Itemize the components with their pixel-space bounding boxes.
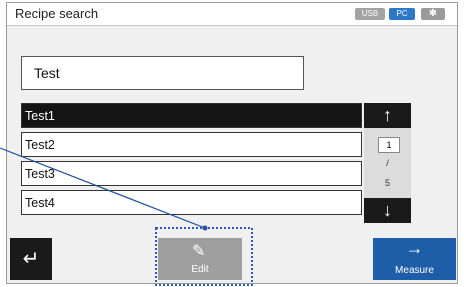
list-item[interactable]: Test2 bbox=[21, 132, 362, 157]
return-arrow-icon: ↵ bbox=[22, 248, 40, 270]
arrow-down-icon: ↓ bbox=[383, 200, 392, 220]
pencil-icon: ✎ bbox=[192, 243, 206, 260]
usb-label: USB bbox=[361, 9, 379, 18]
list-item-label: Test4 bbox=[25, 196, 55, 210]
recipe-list: Test1 Test2 Test3 Test4 bbox=[21, 103, 362, 219]
list-item-label: Test1 bbox=[25, 109, 55, 123]
search-value: Test bbox=[34, 65, 60, 81]
recipe-search-screen: Recipe search USB PC ✱ Test Test1 Test2 … bbox=[6, 2, 458, 284]
list-item-label: Test3 bbox=[25, 167, 55, 181]
screen-title: Recipe search bbox=[15, 6, 99, 21]
bottom-toolbar: ↵ ✎ Edit → Measure bbox=[7, 235, 457, 283]
list-item-label: Test2 bbox=[25, 138, 55, 152]
arrow-right-icon: → bbox=[405, 238, 424, 258]
list-scrollbar: ↑ 1 / 5 ↓ bbox=[364, 103, 411, 223]
bluetooth-symbol: ✱ bbox=[428, 8, 438, 19]
arrow-up-icon: ↑ bbox=[383, 105, 392, 125]
list-item[interactable]: Test1 bbox=[21, 103, 362, 128]
measure-button[interactable]: → Measure bbox=[373, 238, 456, 280]
pc-label: PC bbox=[396, 9, 408, 18]
scroll-down-button[interactable]: ↓ bbox=[364, 198, 411, 223]
search-input[interactable]: Test bbox=[21, 56, 304, 90]
back-button[interactable]: ↵ bbox=[10, 238, 52, 280]
list-item[interactable]: Test3 bbox=[21, 161, 362, 186]
measure-label: Measure bbox=[395, 265, 434, 276]
page-total: 5 bbox=[384, 178, 390, 188]
bluetooth-icon: ✱ bbox=[421, 8, 445, 20]
list-item[interactable]: Test4 bbox=[21, 190, 362, 215]
edit-label: Edit bbox=[191, 264, 209, 275]
edit-button[interactable]: ✎ Edit bbox=[158, 238, 242, 280]
page-separator: / bbox=[386, 158, 389, 168]
page-current: 1 bbox=[378, 137, 400, 153]
scroll-up-button[interactable]: ↑ bbox=[364, 103, 411, 128]
title-bar: Recipe search USB PC ✱ bbox=[7, 3, 457, 26]
usb-status-badge: USB bbox=[355, 8, 385, 20]
pc-status-badge: PC bbox=[389, 8, 415, 20]
